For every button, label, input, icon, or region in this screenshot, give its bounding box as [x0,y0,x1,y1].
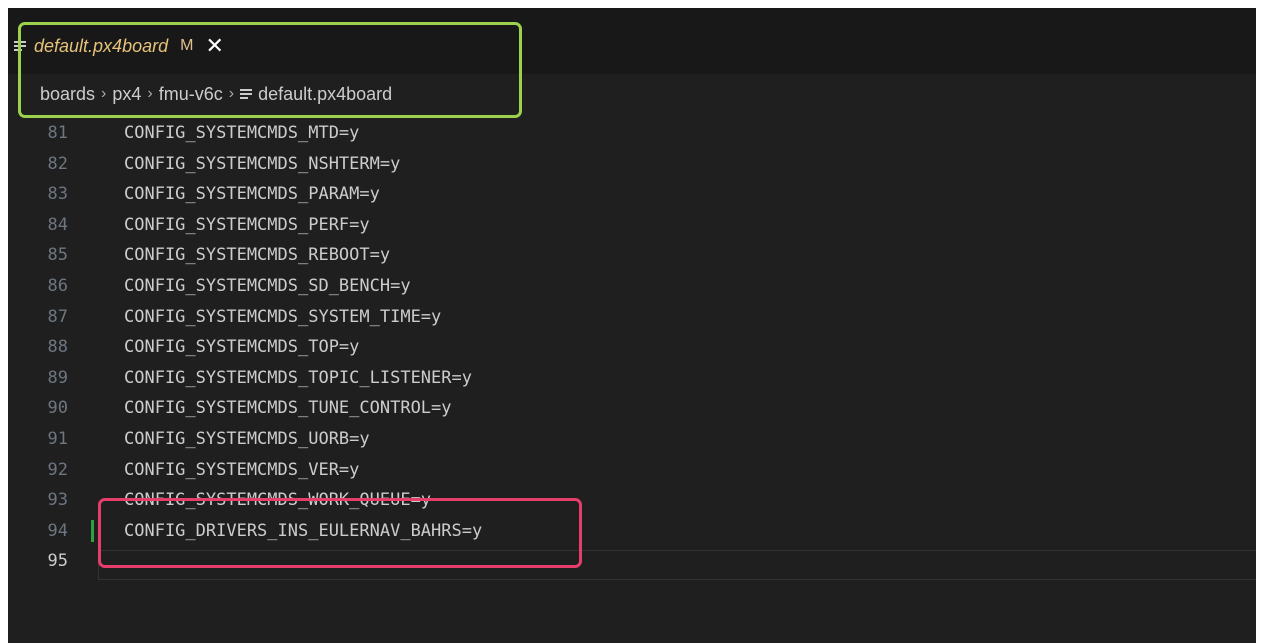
code-text: CONFIG_SYSTEMCMDS_SYSTEM_TIME=y [124,306,442,327]
code-text: CONFIG_SYSTEMCMDS_UORB=y [124,428,370,449]
code-line[interactable]: 87 CONFIG_SYSTEMCMDS_SYSTEM_TIME=y [8,302,1256,333]
code-text: CONFIG_SYSTEMCMDS_TOP=y [124,337,360,358]
line-number: 95 [47,551,68,572]
code-text: CONFIG_SYSTEMCMDS_PERF=y [124,214,370,235]
code-line[interactable]: 91 CONFIG_SYSTEMCMDS_UORB=y [8,424,1256,455]
code-line[interactable]: 83 CONFIG_SYSTEMCMDS_PARAM=y [8,179,1256,210]
line-number: 94 [47,520,68,541]
annotation-box-green [18,22,522,118]
code-text: CONFIG_SYSTEMCMDS_PARAM=y [124,184,380,205]
line-number: 82 [47,153,68,174]
code-line[interactable]: 88 CONFIG_SYSTEMCMDS_TOP=y [8,332,1256,363]
line-number: 89 [47,367,68,388]
code-line[interactable]: 82 CONFIG_SYSTEMCMDS_NSHTERM=y [8,149,1256,180]
added-line-marker [91,519,94,542]
line-number: 90 [47,398,68,419]
line-number: 91 [47,428,68,449]
code-text: CONFIG_SYSTEMCMDS_TUNE_CONTROL=y [124,398,452,419]
line-number: 84 [47,214,68,235]
code-line[interactable]: 85 CONFIG_SYSTEMCMDS_REBOOT=y [8,240,1256,271]
code-line[interactable]: 89 CONFIG_SYSTEMCMDS_TOPIC_LISTENER=y [8,363,1256,394]
code-line[interactable]: 86 CONFIG_SYSTEMCMDS_SD_BENCH=y [8,271,1256,302]
line-number: 83 [47,184,68,205]
code-line[interactable]: 90 CONFIG_SYSTEMCMDS_TUNE_CONTROL=y [8,393,1256,424]
code-line[interactable]: 84 CONFIG_SYSTEMCMDS_PERF=y [8,210,1256,241]
code-text: CONFIG_SYSTEMCMDS_REBOOT=y [124,245,391,266]
line-number: 92 [47,459,68,480]
line-number: 85 [47,245,68,266]
code-text: CONFIG_SYSTEMCMDS_TOPIC_LISTENER=y [124,367,472,388]
line-number: 81 [47,123,68,143]
code-line[interactable]: 81 CONFIG_SYSTEMCMDS_MTD=y [8,118,1256,149]
code-text: CONFIG_SYSTEMCMDS_SD_BENCH=y [124,275,411,296]
line-number: 88 [47,337,68,358]
line-number: 93 [47,490,68,511]
line-number: 87 [47,306,68,327]
code-line[interactable]: 92 CONFIG_SYSTEMCMDS_VER=y [8,455,1256,486]
code-text: CONFIG_SYSTEMCMDS_MTD=y [124,123,360,143]
code-text: CONFIG_SYSTEMCMDS_NSHTERM=y [124,153,401,174]
editor-window: default.px4board M ✕ boards › px4 › fmu-… [8,8,1256,643]
code-text: CONFIG_SYSTEMCMDS_VER=y [124,459,360,480]
annotation-box-red [98,498,582,568]
line-number: 86 [47,275,68,296]
